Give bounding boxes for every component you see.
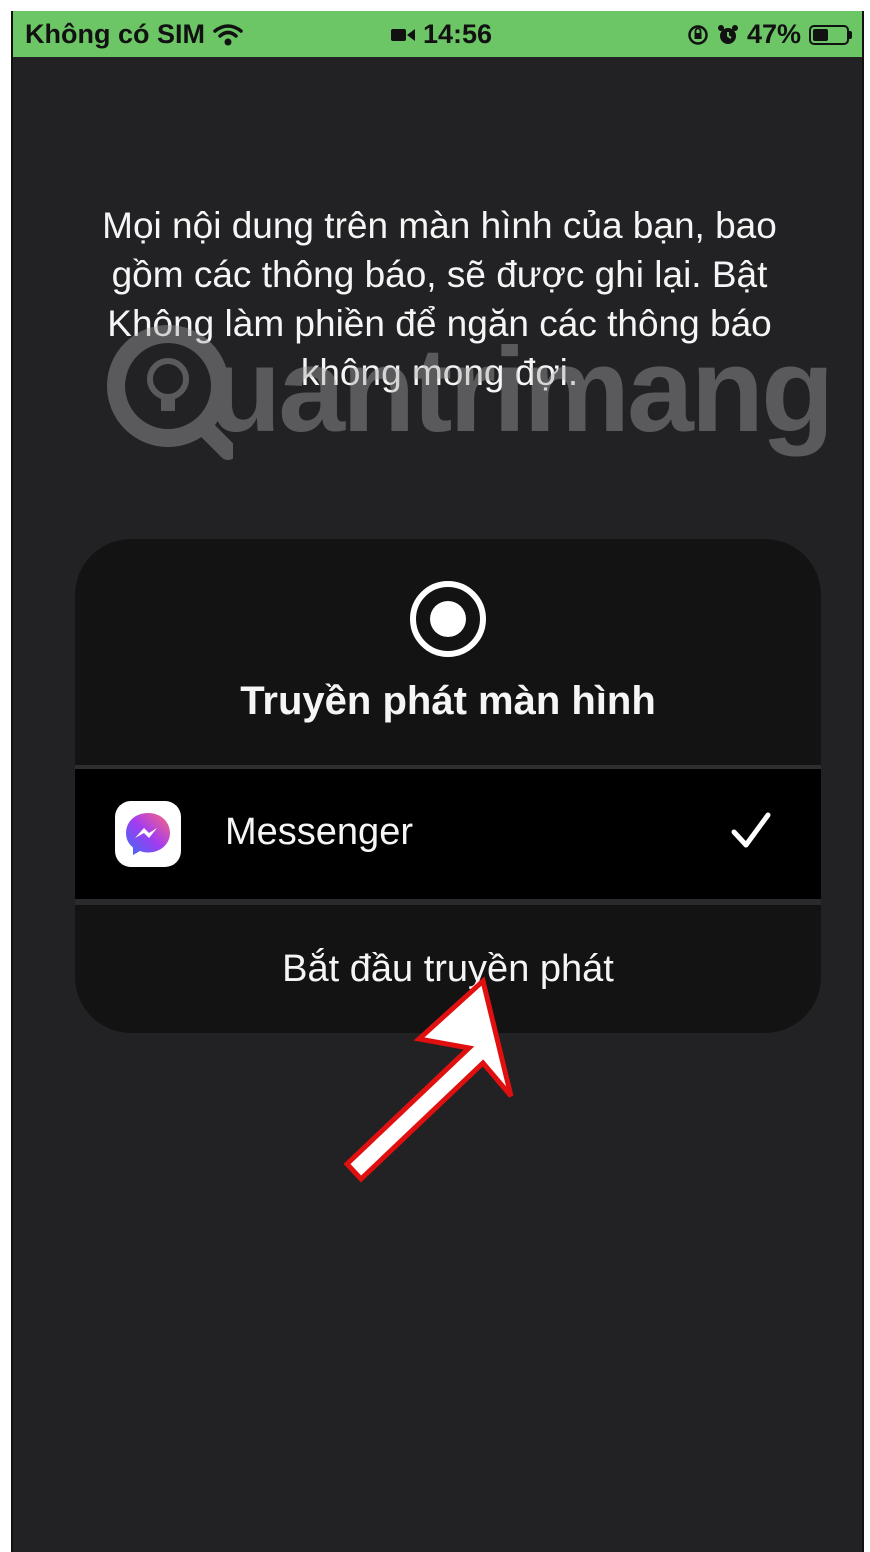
status-center: 14:56	[391, 19, 492, 50]
battery-icon	[809, 24, 852, 45]
battery-tip	[849, 30, 852, 39]
screen-lock-rotation-icon	[688, 24, 708, 45]
status-left: Không có SIM	[25, 19, 243, 50]
battery-body	[809, 24, 849, 45]
app-name: Messenger	[225, 811, 413, 853]
status-right: 47%	[687, 19, 852, 50]
red-arrow-icon	[343, 976, 514, 1183]
messenger-app-icon	[115, 801, 181, 867]
status-bar: Không có SIM 14:56 47%	[13, 11, 862, 57]
phone-screen: Không có SIM 14:56 47% Mọi nội dung trên…	[11, 11, 864, 1552]
record-icon	[410, 581, 486, 657]
checkmark-icon	[731, 812, 771, 848]
recording-description: Mọi nội dung trên màn hình của bạn, bao …	[102, 205, 777, 393]
broadcast-dialog: Truyền phát màn hình Messenger Bắt đầu t…	[75, 539, 821, 1033]
battery-percent: 47%	[746, 19, 801, 49]
alarm-icon	[717, 24, 738, 44]
carrier-label: Không có SIM	[25, 19, 205, 49]
camera-recording-icon	[391, 28, 415, 41]
clock: 14:56	[423, 19, 493, 49]
wifi-icon	[213, 23, 243, 45]
dialog-title: Truyền phát màn hình	[240, 679, 656, 723]
battery-fill	[813, 28, 829, 41]
app-option-messenger[interactable]: Messenger	[75, 769, 821, 899]
messenger-icon	[126, 813, 170, 855]
